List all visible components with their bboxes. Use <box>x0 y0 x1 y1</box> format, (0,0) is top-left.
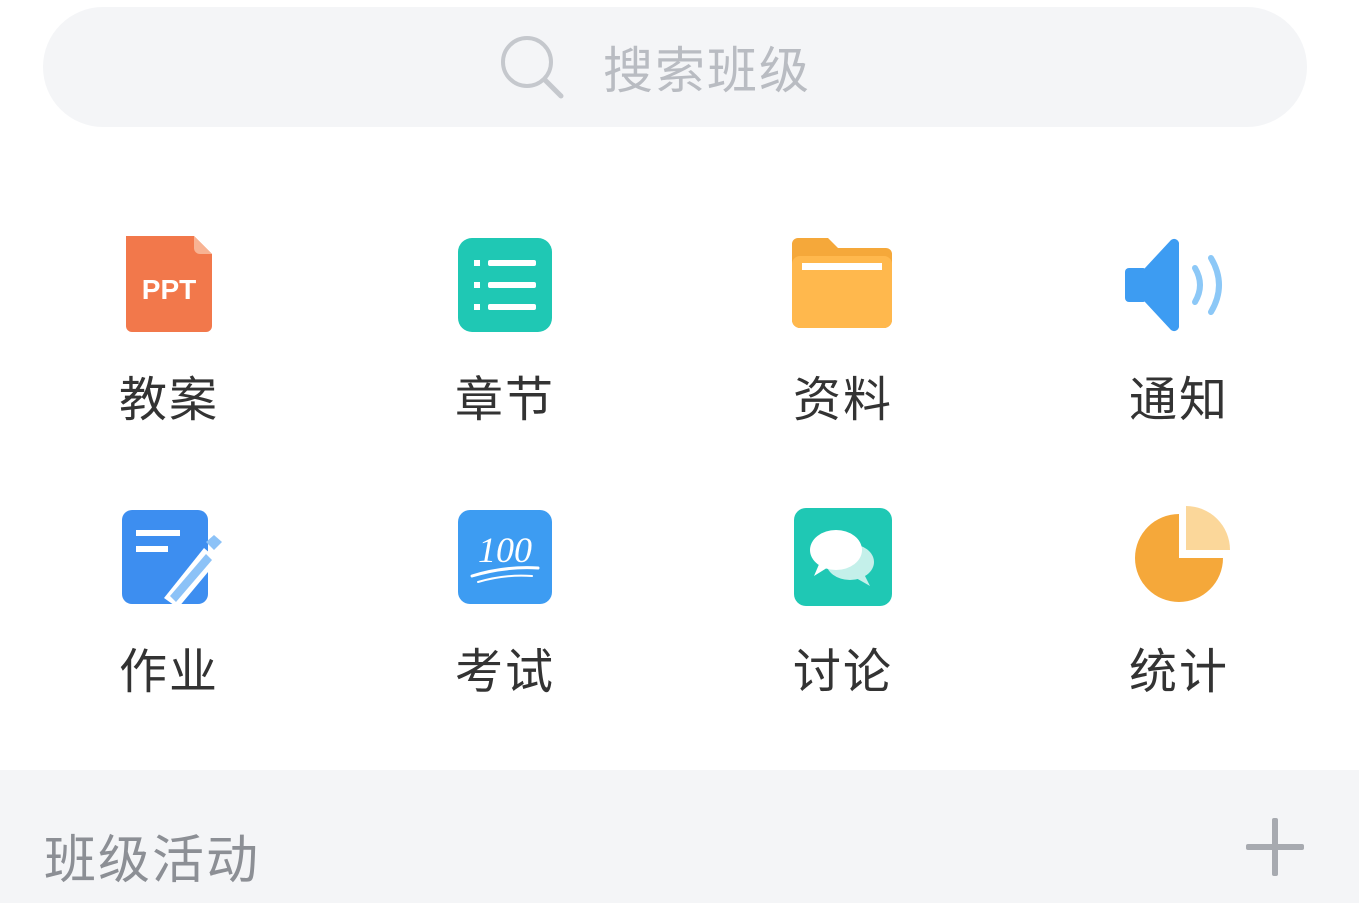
class-activities-header: 班级活动 <box>0 770 1359 903</box>
grid-item-label: 考试 <box>454 644 555 700</box>
chat-bubbles-icon <box>794 508 892 606</box>
grid-item-chapters[interactable]: 章节 <box>385 230 625 460</box>
grid-item-statistics[interactable]: 统计 <box>1059 502 1299 732</box>
svg-text:100: 100 <box>478 530 532 570</box>
search-bar[interactable]: 搜索班级 <box>43 7 1307 127</box>
grid-item-label: 讨论 <box>792 644 893 700</box>
grid-item-discussion[interactable]: 讨论 <box>723 502 963 732</box>
grid-item-label: 资料 <box>792 372 893 428</box>
pie-chart-icon <box>1135 506 1230 602</box>
grid-item-materials[interactable]: 资料 <box>723 230 963 460</box>
grid-item-label: 章节 <box>454 372 555 428</box>
section-title: 班级活动 <box>44 831 261 891</box>
grid-item-exams[interactable]: 100 考试 <box>385 502 625 732</box>
grid-item-label: 通知 <box>1128 372 1229 428</box>
grid-item-label: 作业 <box>118 644 219 700</box>
search-placeholder: 搜索班级 <box>603 42 811 100</box>
grid-item-label: 统计 <box>1128 644 1229 700</box>
feature-grid: PPT 教案 章节 资料 通知 作业 100 考试 讨论 统计 <box>0 210 1359 730</box>
edit-document-icon <box>122 510 222 608</box>
list-icon <box>458 238 552 332</box>
ppt-icon: PPT <box>126 236 212 332</box>
speaker-icon <box>1125 238 1222 332</box>
plus-icon[interactable] <box>1244 816 1306 878</box>
grid-item-homework[interactable]: 作业 <box>49 502 289 732</box>
svg-text:PPT: PPT <box>142 274 196 305</box>
grid-item-label: 教案 <box>118 372 219 428</box>
grid-item-notices[interactable]: 通知 <box>1059 230 1299 460</box>
search-icon <box>501 36 564 99</box>
folder-icon <box>792 238 892 328</box>
score-100-icon: 100 <box>458 510 552 604</box>
grid-item-lesson-plan[interactable]: PPT 教案 <box>49 230 289 460</box>
